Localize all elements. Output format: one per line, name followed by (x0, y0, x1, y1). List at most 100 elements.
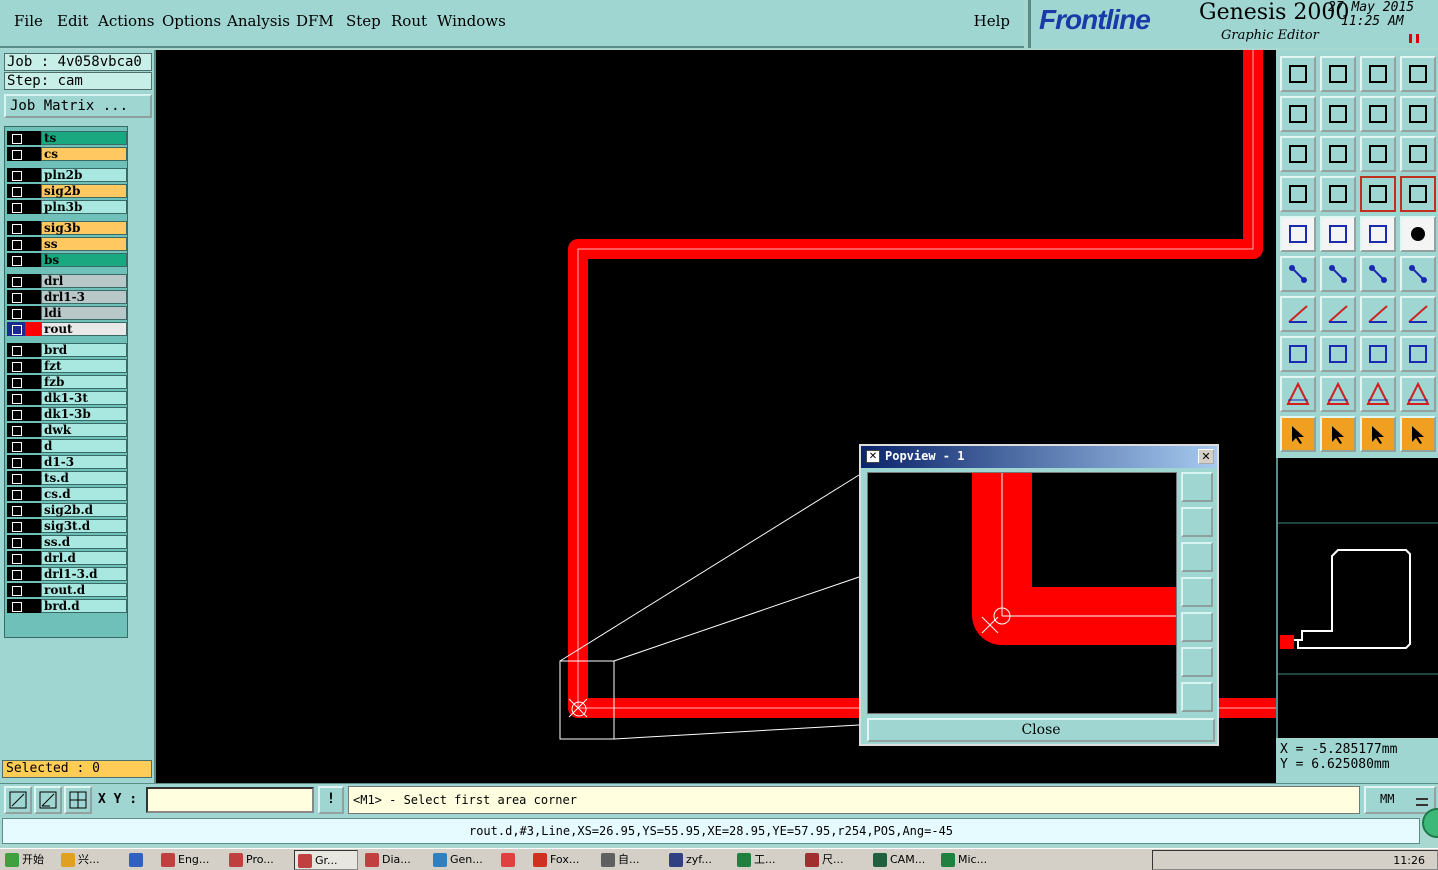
layer-checkbox[interactable] (7, 253, 25, 267)
layer-name[interactable]: d (41, 439, 127, 453)
menu-windows[interactable]: Windows (437, 12, 506, 30)
arc-alt-icon[interactable] (1400, 256, 1436, 292)
rotate-icon[interactable] (1360, 296, 1396, 332)
layer-checkbox[interactable] (7, 343, 25, 357)
layer-row[interactable]: brd (7, 343, 127, 357)
layer-checkbox[interactable] (7, 599, 25, 613)
layer-checkbox[interactable] (7, 439, 25, 453)
zoom-fit-icon[interactable] (1181, 472, 1213, 502)
layer-row[interactable]: dwk (7, 423, 127, 437)
layer-name[interactable]: rout.d (41, 583, 127, 597)
layer-name[interactable]: cs (41, 147, 127, 161)
taskbar-item[interactable] (498, 850, 526, 870)
menu-actions[interactable]: Actions (98, 12, 154, 30)
layer-name[interactable]: drl1-3.d (41, 567, 127, 581)
layer-checkbox[interactable] (7, 535, 25, 549)
xy-input[interactable] (146, 787, 314, 813)
layer-name[interactable]: dk1-3t (41, 391, 127, 405)
resize-icon[interactable] (1360, 336, 1396, 372)
taskbar-item[interactable]: 尺... (802, 850, 866, 870)
triangle-icon[interactable] (1280, 376, 1316, 412)
layer-row[interactable]: drl.d (7, 551, 127, 565)
layer-checkbox[interactable] (7, 487, 25, 501)
layer-row[interactable]: ldi (7, 306, 127, 320)
taskbar-item[interactable]: zyf... (666, 850, 730, 870)
close-icon[interactable]: ✕ (1198, 449, 1214, 464)
layers-alt-icon[interactable] (1400, 176, 1436, 212)
layer-name[interactable]: bs (41, 253, 127, 267)
layer-name[interactable]: sig2b (41, 184, 127, 198)
layer-checkbox[interactable] (7, 147, 25, 161)
layer-name[interactable]: dwk (41, 423, 127, 437)
up-arrow-icon[interactable] (1280, 56, 1316, 92)
layer-name[interactable]: ts (41, 131, 127, 145)
pan-up-icon[interactable] (1181, 507, 1213, 537)
layer-row[interactable]: rout (7, 322, 127, 336)
layer-checkbox[interactable] (7, 131, 25, 145)
select-box-icon[interactable] (1320, 416, 1356, 452)
layer-name[interactable]: ts.d (41, 471, 127, 485)
layer-name[interactable]: rout (41, 322, 127, 336)
layer-checkbox[interactable] (7, 359, 25, 373)
layer-name[interactable]: drl (41, 274, 127, 288)
layer-row[interactable]: ss.d (7, 535, 127, 549)
menu-analysis[interactable]: Analysis (227, 12, 290, 30)
layer-checkbox[interactable] (7, 290, 25, 304)
layer-checkbox[interactable] (7, 551, 25, 565)
execute-button[interactable]: ! (318, 786, 344, 814)
layer-row[interactable]: drl (7, 274, 127, 288)
pan-right-icon[interactable] (1181, 612, 1213, 642)
layer-row[interactable]: dk1-3b (7, 407, 127, 421)
split-icon[interactable] (1320, 336, 1356, 372)
left-arrow-icon[interactable] (1280, 96, 1316, 132)
layer-row[interactable]: pln2b (7, 168, 127, 182)
layer-row[interactable]: d1-3 (7, 455, 127, 469)
arc-icon[interactable] (1360, 256, 1396, 292)
menu-options[interactable]: Options (162, 12, 221, 30)
right-arrow-icon[interactable] (1320, 96, 1356, 132)
grid-icon[interactable] (64, 786, 92, 814)
taskbar-item[interactable]: Gen... (430, 850, 494, 870)
layer-row[interactable]: ts.d (7, 471, 127, 485)
layer-name[interactable]: sig3t.d (41, 519, 127, 533)
layer-name[interactable]: brd (41, 343, 127, 357)
layer-row[interactable]: ts (7, 131, 127, 145)
taskbar-item[interactable]: Pro... (226, 850, 290, 870)
layer-name[interactable]: ss (41, 237, 127, 251)
menu-file[interactable]: File (14, 12, 43, 30)
redo-icon[interactable] (1400, 96, 1436, 132)
taskbar-item[interactable]: Dia... (362, 850, 426, 870)
layer-row[interactable]: sig2b (7, 184, 127, 198)
taskbar-item[interactable]: 兴... (58, 850, 122, 870)
layer-row[interactable]: sig3b (7, 221, 127, 235)
layer-checkbox[interactable] (7, 519, 25, 533)
home-icon[interactable] (1360, 56, 1396, 92)
layer-row[interactable]: fzt (7, 359, 127, 373)
zoom-center-icon[interactable] (1320, 136, 1356, 172)
window-icon[interactable] (1400, 56, 1436, 92)
layer-name[interactable]: brd.d (41, 599, 127, 613)
layer-name[interactable]: dk1-3b (41, 407, 127, 421)
group-icon[interactable] (1400, 336, 1436, 372)
layers-icon[interactable] (1360, 176, 1396, 212)
layer-name[interactable]: d1-3 (41, 455, 127, 469)
start-button[interactable]: 开始 (2, 850, 52, 870)
layer-name[interactable]: pln2b (41, 168, 127, 182)
undo-icon[interactable] (1360, 96, 1396, 132)
select-circle-icon[interactable] (1360, 416, 1396, 452)
layer-row[interactable]: brd.d (7, 599, 127, 613)
layer-checkbox[interactable] (7, 306, 25, 320)
layer-name[interactable]: cs.d (41, 487, 127, 501)
zoom-in-icon[interactable] (1181, 647, 1213, 677)
layer-name[interactable]: ldi (41, 306, 127, 320)
overview-map[interactable] (1276, 458, 1438, 738)
layer-checkbox[interactable] (7, 274, 25, 288)
layer-checkbox[interactable] (7, 200, 25, 214)
taskbar-item[interactable]: 工... (734, 850, 798, 870)
measure-icon[interactable] (34, 786, 62, 814)
scale-icon[interactable] (1360, 136, 1396, 172)
copy-icon[interactable] (1280, 336, 1316, 372)
layer-checkbox[interactable] (7, 221, 25, 235)
down-arrow-icon[interactable] (1320, 56, 1356, 92)
select-icon[interactable] (1280, 416, 1316, 452)
